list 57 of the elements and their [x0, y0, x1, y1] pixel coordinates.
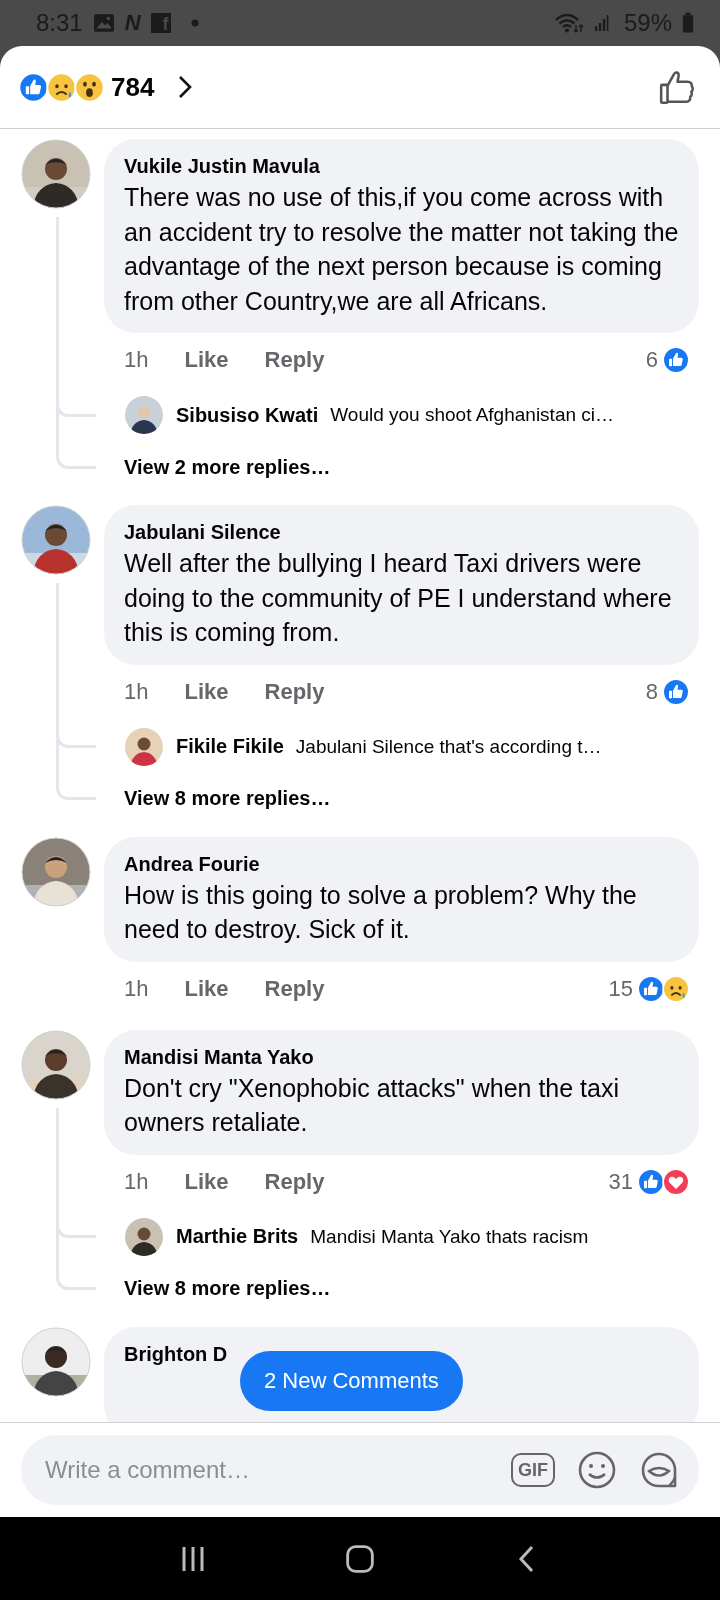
comment-time: 1h [124, 1168, 149, 1195]
comment-author[interactable]: Jabulani Silence [124, 518, 281, 546]
like-reaction-icon [637, 1167, 665, 1196]
signal-icon [593, 12, 610, 34]
comment-author[interactable]: Brighton D [124, 1339, 228, 1368]
wifi-icon [553, 12, 584, 34]
like-reaction-icon [18, 71, 49, 103]
comment-author[interactable]: Vukile Justin Mavula [124, 152, 320, 180]
view-more-replies-link[interactable]: View 8 more replies… [124, 1277, 331, 1300]
reaction-count[interactable]: 15 [608, 975, 633, 1002]
reaction-count[interactable]: 31 [608, 1168, 633, 1195]
dot-icon [190, 19, 199, 27]
battery-icon [682, 12, 694, 34]
like-link[interactable]: Like [184, 347, 229, 373]
like-link[interactable]: Like [184, 975, 229, 1002]
reply-link[interactable]: Reply [264, 975, 325, 1002]
gallery-icon [92, 13, 115, 33]
reply-link[interactable]: Reply [264, 678, 325, 705]
comment-time: 1h [124, 678, 149, 705]
reply-text[interactable]: Mandisi Manta Yako thats racism [310, 1225, 589, 1248]
reaction-count[interactable]: 8 [645, 678, 658, 705]
comment-author[interactable]: Andrea Fourie [124, 849, 260, 878]
view-more-replies-link[interactable]: View 2 more replies… [124, 455, 331, 479]
comment-text: Well after the bullying I heard Taxi drivers were doing to the community of PE I understand where this is coming from. [124, 548, 673, 648]
wow-reaction-icon [74, 71, 105, 103]
like-reaction-icon [662, 346, 690, 374]
reply-author[interactable]: Marthie Brits [176, 1225, 299, 1248]
thumbs-up-icon[interactable] [658, 68, 696, 106]
comment-time: 1h [124, 975, 149, 1002]
reply-link[interactable]: Reply [264, 347, 325, 373]
reply-link[interactable]: Reply [264, 1168, 325, 1195]
reply-author[interactable]: Fikile Fikile [176, 735, 284, 758]
reply-text[interactable]: Would you shoot Afghanistan ci… [330, 404, 615, 426]
comment-author[interactable]: Mandisi Manta Yako [124, 1042, 314, 1071]
comment-time: 1h [124, 347, 149, 373]
love-reaction-icon [662, 1167, 690, 1196]
gif-button[interactable]: GIF [511, 1453, 555, 1487]
chevron-icon[interactable] [178, 75, 193, 99]
like-reaction-icon [637, 974, 665, 1003]
comment-input-field[interactable]: Write a comment… GIF [21, 1435, 699, 1505]
comment-text: Don't cry "Xenophobic attacks" when the taxi owners retaliate. [124, 1072, 620, 1138]
emoji-icon[interactable] [577, 1450, 617, 1490]
reply-author[interactable]: Sibusiso Kwati [176, 403, 319, 427]
comment-text: There was no use of this,if you come across with an accident try to resolve the matter not taking the advantage of the next person because is coming from other Country,we are all Africans. [124, 182, 680, 317]
sad-reaction-icon [46, 71, 77, 103]
home-icon[interactable] [345, 1543, 375, 1574]
reaction-count[interactable]: 784 [111, 71, 155, 103]
like-link[interactable]: Like [184, 678, 229, 705]
sad-reaction-icon [662, 974, 690, 1003]
view-more-replies-link[interactable]: View 8 more replies… [124, 787, 331, 810]
sticker-icon[interactable] [639, 1450, 679, 1490]
reaction-count[interactable]: 6 [645, 347, 658, 373]
comment-text: How is this going to solve a problem? Why the need to destroy. Sick of it. [124, 879, 638, 945]
like-link[interactable]: Like [184, 1168, 229, 1195]
like-reaction-icon [662, 677, 690, 706]
reply-text[interactable]: Jabulani Silence that's according t… [295, 735, 602, 758]
new-comments-button[interactable]: 2 New Comments [240, 1351, 463, 1411]
